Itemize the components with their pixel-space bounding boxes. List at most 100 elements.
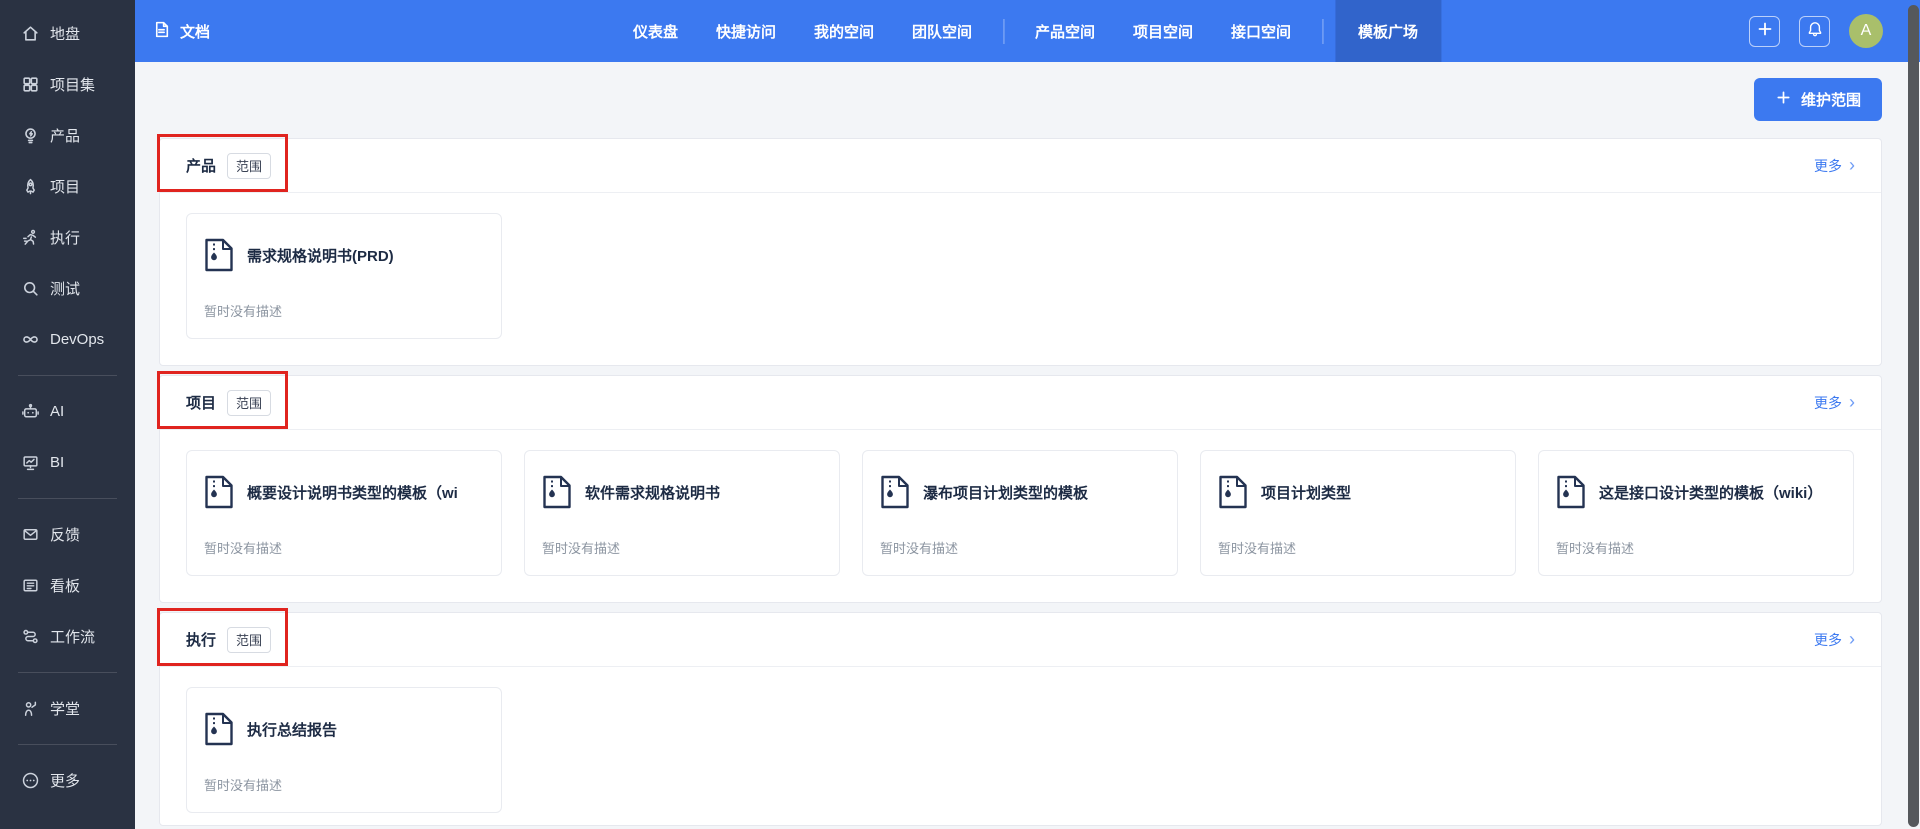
card-title: 软件需求规格说明书 (585, 484, 721, 502)
sidebar-item-ai[interactable]: AI (0, 386, 135, 437)
card-row: 概要设计说明书类型的模板（wi 暂时没有描述 软件需求规格说明书 暂时没有描述 … (160, 430, 1881, 602)
app-switcher[interactable]: 文档 (152, 0, 210, 62)
sidebar-item-label: AI (50, 403, 65, 420)
sidebar-item-program[interactable]: 项目集 (0, 59, 135, 110)
more-link[interactable]: 更多 › (1814, 156, 1855, 176)
card-description: 暂时没有描述 (1218, 541, 1297, 556)
topnav-item-label: 接口空间 (1231, 23, 1292, 41)
topnav-item-quick-access[interactable]: 快捷访问 (697, 0, 795, 62)
more-link-label: 更多 (1814, 631, 1842, 648)
runner-icon (21, 228, 40, 247)
sidebar-item-workflow[interactable]: 工作流 (0, 611, 135, 662)
sidebar-item-kanban[interactable]: 看板 (0, 560, 135, 611)
plus-icon (1756, 20, 1774, 43)
sidebar-item-execution[interactable]: 执行 (0, 212, 135, 263)
card-header: 这是接口设计类型的模板（wiki） (1556, 475, 1841, 509)
mail-icon (21, 525, 40, 544)
card-title: 瀑布项目计划类型的模板 (923, 484, 1089, 502)
sidebar-item-devops[interactable]: DevOps (0, 314, 135, 365)
magnifier-icon (21, 279, 40, 298)
template-doc-icon (204, 238, 234, 272)
more-link[interactable]: 更多 › (1814, 630, 1855, 650)
add-button[interactable] (1749, 15, 1780, 47)
kanban-icon (21, 576, 40, 595)
topnav-item-my-space[interactable]: 我的空间 (795, 0, 893, 62)
scope-badge: 范围 (227, 626, 272, 653)
template-section-execution: 执行 范围 更多 › 执行总结报告 暂时没有描述 (157, 608, 1882, 826)
page-scrollbar[interactable] (1908, 5, 1919, 827)
sidebar-item-bi[interactable]: BI (0, 437, 135, 488)
topnav-item-label: 快捷访问 (715, 23, 776, 41)
sidebar-divider (18, 498, 117, 499)
maintain-scope-button[interactable]: 维护范围 (1753, 78, 1882, 121)
card-header: 需求规格说明书(PRD) (204, 238, 489, 272)
template-card[interactable]: 概要设计说明书类型的模板（wi 暂时没有描述 (186, 450, 502, 576)
template-card[interactable]: 需求规格说明书(PRD) 暂时没有描述 (186, 213, 502, 339)
card-row: 执行总结报告 暂时没有描述 (160, 667, 1881, 825)
card-header: 瀑布项目计划类型的模板 (880, 475, 1165, 509)
template-card[interactable]: 瀑布项目计划类型的模板 暂时没有描述 (862, 450, 1178, 576)
topnav-item-dashboard[interactable]: 仪表盘 (614, 0, 697, 62)
sidebar-item-feedback[interactable]: 反馈 (0, 509, 135, 560)
grid-icon (21, 75, 40, 94)
topnav-item-api-space[interactable]: 接口空间 (1212, 0, 1310, 62)
template-card[interactable]: 软件需求规格说明书 暂时没有描述 (524, 450, 840, 576)
sidebar-item-test[interactable]: 测试 (0, 263, 135, 314)
sidebar-item-home[interactable]: 地盘 (0, 8, 135, 59)
template-card[interactable]: 执行总结报告 暂时没有描述 (186, 687, 502, 813)
avatar[interactable]: A (1849, 14, 1883, 48)
topnav-item-label: 模板广场 (1358, 23, 1419, 41)
card-header: 执行总结报告 (204, 712, 489, 746)
card-title: 这是接口设计类型的模板（wiki） (1599, 484, 1823, 502)
chevron-right-icon: › (1849, 391, 1855, 412)
topnav-item-label: 团队空间 (911, 23, 972, 41)
section-header: 执行 范围 更多 › (160, 613, 1881, 667)
presentation-icon (21, 453, 40, 472)
sidebar-item-school[interactable]: 学堂 (0, 683, 135, 734)
avatar-letter: A (1860, 22, 1872, 39)
sidebar-item-label: 测试 (50, 281, 81, 298)
sidebar-item-product[interactable]: 产品 (0, 110, 135, 161)
sidebar-item-project[interactable]: 项目 (0, 161, 135, 212)
more-link-label: 更多 (1814, 157, 1842, 174)
topnav-item-team-space[interactable]: 团队空间 (893, 0, 991, 62)
template-card[interactable]: 项目计划类型 暂时没有描述 (1200, 450, 1516, 576)
card-title: 概要设计说明书类型的模板（wi (247, 484, 458, 502)
sidebar-item-label: 项目集 (50, 77, 96, 94)
chevron-right-icon: › (1849, 628, 1855, 649)
sidebar-item-label: 项目 (50, 179, 81, 196)
workflow-icon (21, 627, 40, 646)
template-card[interactable]: 这是接口设计类型的模板（wiki） 暂时没有描述 (1538, 450, 1854, 576)
robot-icon (21, 402, 40, 421)
section-header: 产品 范围 更多 › (160, 139, 1881, 193)
card-title: 项目计划类型 (1261, 484, 1352, 502)
sidebar-divider (18, 744, 117, 745)
sidebar-item-label: 反馈 (50, 527, 81, 544)
topbar: 文档 仪表盘 快捷访问 我的空间 团队空间 产品空间 项目空间 接口空间 模板广… (135, 0, 1920, 62)
sidebar-item-label: 地盘 (50, 26, 81, 43)
infinity-icon (21, 330, 40, 349)
topnav-item-template-market[interactable]: 模板广场 (1335, 0, 1442, 62)
topnav: 仪表盘 快捷访问 我的空间 团队空间 产品空间 项目空间 接口空间 模板广场 (614, 0, 1442, 62)
sidebar-nav: 地盘 项目集 产品 项目 执行 测试 DevOps AI BI 反馈 看板 工作… (0, 0, 135, 829)
sidebar-item-more[interactable]: 更多 (0, 755, 135, 806)
card-description: 暂时没有描述 (1556, 541, 1635, 556)
sidebar-item-label: BI (50, 454, 65, 471)
sidebar-divider (18, 672, 117, 673)
topnav-item-product-space[interactable]: 产品空间 (1016, 0, 1114, 62)
more-link[interactable]: 更多 › (1814, 393, 1855, 413)
card-description: 暂时没有描述 (204, 304, 283, 319)
template-doc-icon (204, 712, 234, 746)
card-title: 执行总结报告 (247, 721, 338, 739)
template-section-project: 项目 范围 更多 › 概要设计说明书类型的模板（wi 暂时没有描述 软件需求规格… (157, 371, 1882, 603)
section-title: 产品 (186, 158, 217, 175)
bell-icon (1806, 20, 1824, 43)
topnav-divider (1003, 18, 1004, 44)
card-description: 暂时没有描述 (880, 541, 959, 556)
sidebar-item-label: 产品 (50, 128, 81, 145)
notifications-button[interactable] (1799, 15, 1830, 47)
template-doc-icon (1218, 475, 1248, 509)
sidebar-item-label: 工作流 (50, 629, 96, 646)
sidebar-item-label: 看板 (50, 578, 81, 595)
topnav-item-project-space[interactable]: 项目空间 (1114, 0, 1212, 62)
